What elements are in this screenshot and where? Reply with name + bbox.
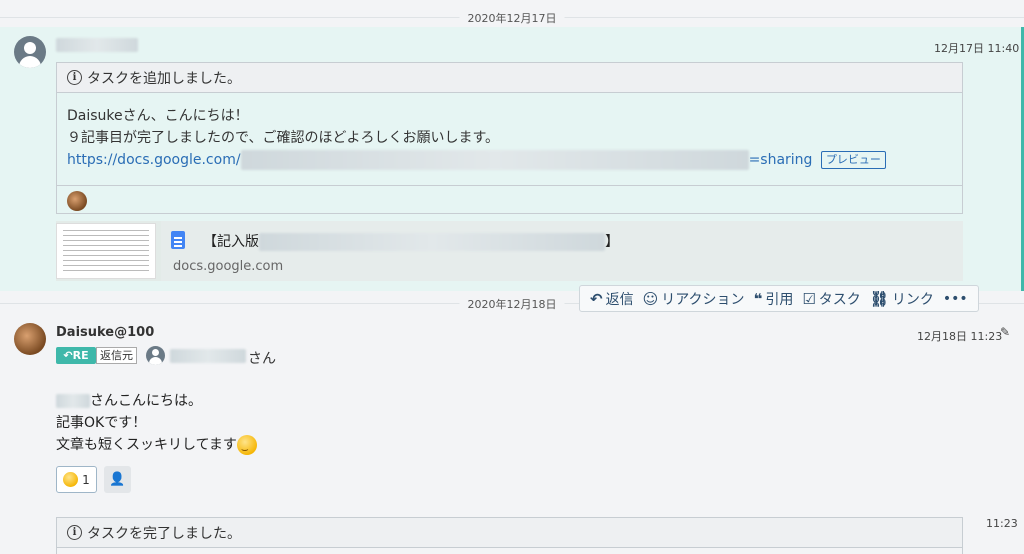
reaction-users-button[interactable]: 👤 (104, 466, 131, 493)
task-box: i タスクを追加しました。 Daisukeさん、こんにちは！ ９記事目が完了しま… (56, 62, 963, 214)
timestamp: 11:23 (986, 517, 1018, 530)
info-icon: i (67, 525, 82, 540)
message-action-bar: ↶ 返信 ☺ リアクション ❝ 引用 ☑ タスク ⛓ リンク ••• (579, 285, 979, 312)
sender-name-redacted (56, 38, 138, 52)
sender-name[interactable]: Daisuke@100 (56, 325, 154, 340)
more-button[interactable]: ••• (943, 291, 968, 307)
task-box: i タスクを完了しました。 (56, 517, 963, 554)
google-docs-icon (171, 231, 185, 249)
reply-badge: ↶ RE (56, 347, 96, 364)
body-line: 記事OKです！ (56, 415, 147, 431)
smiley-emoji-icon (236, 435, 257, 460)
body-line: 文章も短くスッキリしてます (56, 434, 257, 460)
link-preview-card[interactable]: 【記入版】 docs.google.com (56, 221, 963, 281)
name-redacted (56, 394, 90, 408)
date-label: 2020年12月17日 (459, 10, 565, 26)
doc-link-end[interactable]: =sharing (749, 152, 813, 168)
title-redacted (259, 233, 605, 251)
card-domain: docs.google.com (173, 259, 284, 274)
reaction-button[interactable]: ☺ リアクション (643, 289, 745, 309)
task-assignee-row (57, 185, 962, 215)
reply-source-link[interactable]: 返信元 (96, 347, 137, 364)
user-avatar[interactable] (14, 36, 46, 68)
edited-icon: ✎ (1000, 325, 1011, 339)
reaction-chip[interactable]: 1 (56, 466, 97, 493)
link-line: https://docs.google.com/ =sharing プレビュー (67, 149, 952, 171)
user-list-icon: 👤 (109, 472, 126, 487)
body-line: さんこんにちは。 (90, 393, 202, 409)
honorific: さん (248, 351, 276, 367)
checkbox-icon: ☑ (802, 289, 816, 308)
task-button[interactable]: ☑ タスク (802, 289, 860, 309)
reaction-count: 1 (82, 472, 90, 487)
reply-icon: ↶ (590, 289, 603, 308)
reply-to-name-redacted (170, 349, 246, 363)
task-header-text: タスクを完了しました。 (87, 525, 241, 542)
link-icon: ⛓ (869, 289, 889, 308)
reply-icon: ↶ (63, 349, 73, 362)
doc-thumbnail (56, 223, 156, 279)
task-body: Daisukeさん、こんにちは！ ９記事目が完了しましたので、ご確認のほどよろし… (57, 93, 962, 171)
info-icon: i (67, 70, 82, 85)
body-line: ９記事目が完了しましたので、ご確認のほどよろしくお願いします。 (67, 130, 500, 146)
link-button[interactable]: ⛓ リンク (870, 289, 934, 309)
message-body: さんこんにちは。 記事OKです！ 文章も短くスッキリしてます (56, 390, 257, 460)
task-header: i タスクを追加しました。 (57, 63, 962, 93)
task-header-text: タスクを追加しました。 (87, 70, 241, 87)
card-title[interactable]: 【記入版】 (203, 231, 619, 251)
emoji-add-icon: ☺ (642, 289, 659, 308)
user-avatar[interactable] (14, 323, 46, 355)
doc-link[interactable]: https://docs.google.com/ (67, 152, 241, 168)
timestamp: 12月17日 11:40 (934, 42, 1020, 55)
body-line: Daisukeさん、こんにちは！ (67, 108, 249, 124)
assignee-avatar[interactable] (67, 191, 87, 211)
quote-button[interactable]: ❝ 引用 (754, 289, 794, 309)
reply-button[interactable]: ↶ 返信 (590, 289, 634, 309)
timestamp: 12月18日 11:23 (917, 330, 1003, 343)
card-content: 【記入版】 docs.google.com (161, 221, 963, 281)
task-header: i タスクを完了しました。 (57, 518, 962, 548)
preview-button[interactable]: プレビュー (820, 151, 886, 169)
date-label: 2020年12月18日 (459, 296, 565, 312)
quote-icon: ❝ (753, 289, 763, 308)
reply-to-avatar[interactable] (146, 346, 165, 365)
crying-emoji-icon (63, 472, 79, 487)
link-redacted (240, 150, 749, 170)
